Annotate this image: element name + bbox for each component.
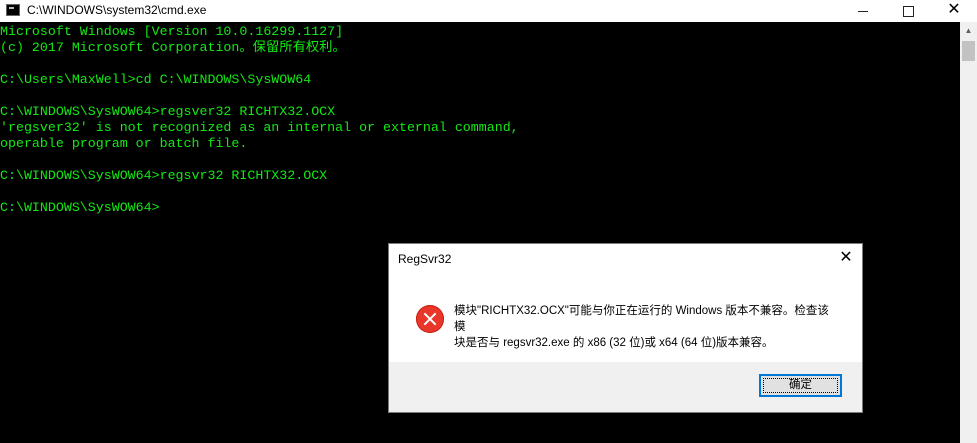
dialog-close-icon[interactable]: ✕ xyxy=(837,249,855,267)
console-line: C:\WINDOWS\SysWOW64>regsvr32 RICHTX32.OC… xyxy=(0,168,328,183)
focus-rect xyxy=(763,378,838,393)
regsvr32-dialog: RegSvr32 ✕ 模块"RICHTX32.OCX"可能与你正在运行的 Win… xyxy=(388,243,863,413)
maximize-button[interactable] xyxy=(885,0,931,22)
minimize-button[interactable] xyxy=(840,0,886,22)
scroll-up-icon[interactable]: ▲ xyxy=(960,22,977,39)
close-icon: ✕ xyxy=(947,1,961,18)
error-icon xyxy=(416,305,444,333)
console-line: Microsoft Windows [Version 10.0.16299.11… xyxy=(0,24,344,39)
console-line: 'regsver32' is not recognized as an inte… xyxy=(0,120,519,135)
close-button[interactable]: ✕ xyxy=(931,0,977,22)
dialog-message-line-2: 块是否与 regsvr32.exe 的 x86 (32 位)或 x64 (64 … xyxy=(454,337,774,349)
vertical-scrollbar[interactable]: ▲ xyxy=(960,22,977,443)
dialog-message-line-1: 模块"RICHTX32.OCX"可能与你正在运行的 Windows 版本不兼容。… xyxy=(454,305,829,333)
console-prompt: C:\WINDOWS\SysWOW64> xyxy=(0,200,160,215)
dialog-title: RegSvr32 xyxy=(398,252,452,266)
ok-button[interactable]: 确定 xyxy=(759,374,842,397)
console-line: (c) 2017 Microsoft Corporation。保留所有权利。 xyxy=(0,40,346,55)
console-output[interactable]: Microsoft Windows [Version 10.0.16299.11… xyxy=(0,24,958,216)
title-bar[interactable]: C:\WINDOWS\system32\cmd.exe ✕ xyxy=(0,0,977,22)
cmd-icon xyxy=(6,4,20,16)
dialog-message: 模块"RICHTX32.OCX"可能与你正在运行的 Windows 版本不兼容。… xyxy=(454,303,834,351)
scrollbar-thumb[interactable] xyxy=(962,41,975,61)
console-line: C:\Users\MaxWell>cd C:\WINDOWS\SysWOW64 xyxy=(0,72,312,87)
window-title: C:\WINDOWS\system32\cmd.exe xyxy=(27,3,207,17)
console-line: operable program or batch file. xyxy=(0,136,248,151)
console-line: C:\WINDOWS\SysWOW64>regsver32 RICHTX32.O… xyxy=(0,104,336,119)
dialog-footer: 确定 xyxy=(389,362,862,412)
